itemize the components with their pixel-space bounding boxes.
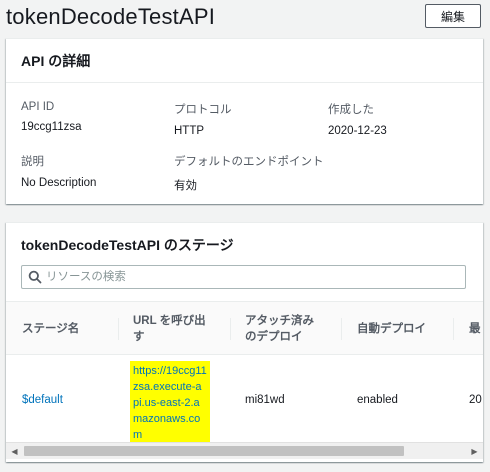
column-header-line: ステージ名 (22, 323, 80, 335)
table-header: ステージ名 URL を呼び出 す アタッチ済み のデプロイ 自動デプロイ 最 (6, 301, 483, 355)
column-header-line: す (133, 331, 145, 343)
detail-description: 説明 No Description (21, 153, 96, 189)
edit-button[interactable]: 編集 (425, 4, 481, 28)
detail-api-id: API ID 19ccg11zsa (21, 101, 82, 133)
last-column-value: 20 (469, 394, 482, 406)
column-header-auto-deploy[interactable]: 自動デプロイ (357, 302, 452, 356)
deployment-id: mi81wd (245, 394, 285, 406)
page-title: tokenDecodeTestAPI (6, 4, 216, 29)
column-header-invoke-url[interactable]: URL を呼び出 す (133, 302, 233, 356)
column-header-line: アタッチ済み (245, 315, 314, 327)
detail-protocol: プロトコル HTTP (174, 101, 232, 137)
detail-value: HTTP (174, 125, 205, 137)
column-header-line: 自動デプロイ (357, 323, 426, 335)
api-details-header: API の詳細 (6, 39, 483, 83)
detail-default-endpoint: デフォルトのエンドポイント 有効 (174, 153, 324, 193)
detail-value: 19ccg11zsa (21, 121, 82, 133)
search-icon (28, 270, 42, 284)
detail-value: No Description (21, 177, 97, 189)
column-divider (230, 318, 231, 340)
stage-name-link[interactable]: $default (22, 394, 63, 406)
column-header-stage-name[interactable]: ステージ名 (22, 302, 122, 356)
detail-label: API ID (21, 101, 55, 113)
scroll-right-icon[interactable]: ▶ (466, 443, 483, 460)
invoke-url-link[interactable]: https://19ccg11zsa.execute-api.us-east-2… (130, 361, 210, 445)
detail-label: プロトコル (174, 104, 232, 116)
auto-deploy-status: enabled (357, 394, 398, 406)
detail-label: デフォルトのエンドポイント (174, 156, 324, 168)
detail-value: 有効 (174, 180, 197, 192)
api-details-card: API の詳細 API ID 19ccg11zsa プロトコル HTTP 作成し… (6, 38, 483, 204)
column-header-line: のデプロイ (245, 331, 303, 343)
stages-card: tokenDecodeTestAPI のステージ ステージ名 URL を呼び出 … (6, 222, 483, 462)
stages-title: tokenDecodeTestAPI のステージ (21, 237, 234, 253)
column-divider (453, 318, 454, 340)
column-header-deployment[interactable]: アタッチ済み のデプロイ (245, 302, 340, 356)
column-header-line: URL を呼び出 (133, 315, 206, 327)
column-divider (341, 318, 342, 340)
detail-label: 説明 (21, 156, 44, 168)
column-header-last[interactable]: 最 (469, 302, 483, 356)
detail-value: 2020-12-23 (328, 125, 387, 137)
scroll-thumb[interactable] (24, 446, 404, 456)
detail-label: 作成した (328, 104, 374, 116)
search-box[interactable] (21, 265, 466, 289)
detail-created: 作成した 2020-12-23 (328, 101, 387, 137)
scroll-left-icon[interactable]: ◀ (6, 443, 23, 460)
horizontal-scrollbar[interactable]: ◀ ▶ (6, 442, 483, 459)
search-input[interactable] (46, 267, 465, 287)
column-divider (118, 318, 119, 340)
column-header-line: 最 (469, 323, 481, 335)
